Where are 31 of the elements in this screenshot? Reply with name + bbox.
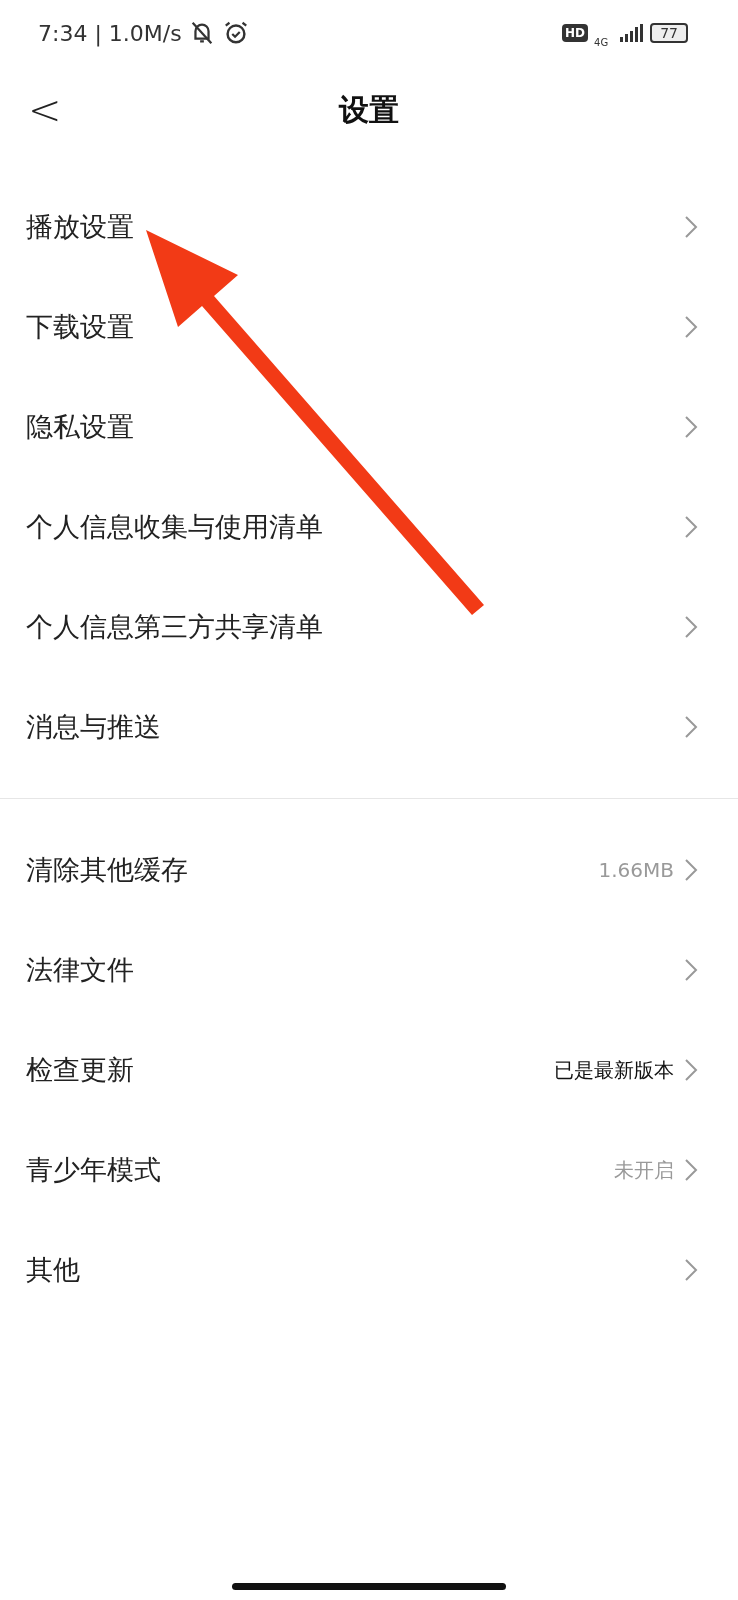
hd-badge: HD <box>562 24 589 42</box>
battery-indicator: 77 <box>650 23 688 43</box>
chevron-icon <box>684 615 698 639</box>
chevron-icon <box>684 1158 698 1182</box>
item-value: 1.66MB <box>598 858 674 882</box>
settings-item[interactable]: 检查更新 已是最新版本 <box>0 1020 738 1120</box>
chevron-icon <box>684 858 698 882</box>
chevron-icon <box>684 215 698 239</box>
settings-item[interactable]: 隐私设置 <box>0 377 738 477</box>
settings-item[interactable]: 法律文件 <box>0 920 738 1020</box>
settings-item[interactable]: 其他 <box>0 1220 738 1320</box>
page-title: 设置 <box>339 90 399 129</box>
settings-item[interactable]: 播放设置 <box>0 177 738 277</box>
chevron-icon <box>684 515 698 539</box>
chevron-icon <box>684 415 698 439</box>
item-value: 已是最新版本 <box>554 1056 674 1084</box>
settings-item[interactable]: 青少年模式 未开启 <box>0 1120 738 1220</box>
settings-item[interactable]: 个人信息第三方共享清单 <box>0 577 738 677</box>
chevron-icon <box>684 315 698 339</box>
settings-item[interactable]: 清除其他缓存 1.66MB <box>0 820 738 920</box>
chevron-icon <box>684 715 698 739</box>
item-value: 未开启 <box>614 1156 674 1184</box>
chevron-icon <box>684 1058 698 1082</box>
back-button[interactable]: < <box>22 87 68 133</box>
settings-item[interactable]: 下载设置 <box>0 277 738 377</box>
settings-item[interactable]: 个人信息收集与使用清单 <box>0 477 738 577</box>
chevron-icon <box>684 1258 698 1282</box>
status-time: 7:34 | 1.0M/s <box>38 20 182 46</box>
settings-item[interactable]: 消息与推送 <box>0 677 738 777</box>
chevron-icon <box>684 958 698 982</box>
network-type: 4G <box>594 36 609 48</box>
